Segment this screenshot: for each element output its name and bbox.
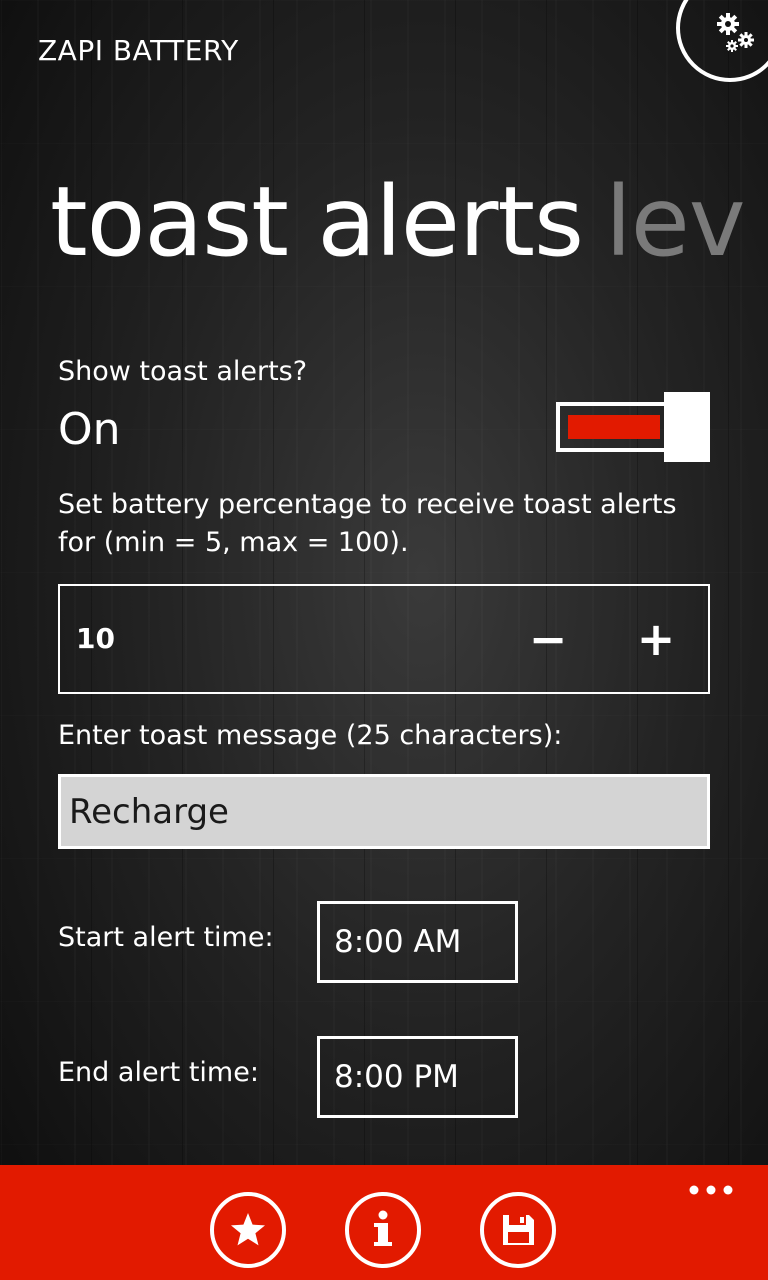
- pivot-header: toast alerts lev: [50, 162, 768, 282]
- end-time-label: End alert time:: [58, 1057, 259, 1088]
- toast-toggle-switch[interactable]: [556, 402, 668, 452]
- percentage-description: Set battery percentage to receive toast …: [58, 489, 677, 558]
- star-icon: [231, 1213, 265, 1246]
- app-title: ZAPI BATTERY: [38, 34, 239, 67]
- decrement-button[interactable]: −: [518, 606, 578, 672]
- increment-button[interactable]: +: [626, 606, 686, 672]
- info-button[interactable]: [345, 1192, 421, 1268]
- start-time-picker[interactable]: 8:00 AM: [317, 901, 518, 983]
- toggle-fill: [568, 415, 660, 439]
- start-time-label: Start alert time:: [58, 922, 274, 953]
- pivot-item-next[interactable]: lev: [605, 166, 746, 278]
- save-icon: [503, 1215, 534, 1245]
- toggle-state-text: On: [58, 404, 121, 455]
- pivot-item-toast-alerts[interactable]: toast alerts: [50, 166, 584, 278]
- more-icon[interactable]: [688, 1184, 734, 1196]
- show-toast-label: Show toast alerts?: [58, 356, 308, 387]
- toast-message-input[interactable]: [58, 774, 710, 849]
- settings-gears-icon[interactable]: [714, 10, 758, 54]
- end-time-picker[interactable]: 8:00 PM: [317, 1036, 518, 1118]
- save-button[interactable]: [480, 1192, 556, 1268]
- info-icon: [374, 1210, 392, 1246]
- toggle-knob[interactable]: [664, 392, 710, 462]
- percentage-value[interactable]: 10: [76, 622, 115, 655]
- toast-message-label: Enter toast message (25 characters):: [58, 720, 563, 751]
- percentage-stepper[interactable]: 10 − +: [58, 584, 710, 694]
- favorite-button[interactable]: [210, 1192, 286, 1268]
